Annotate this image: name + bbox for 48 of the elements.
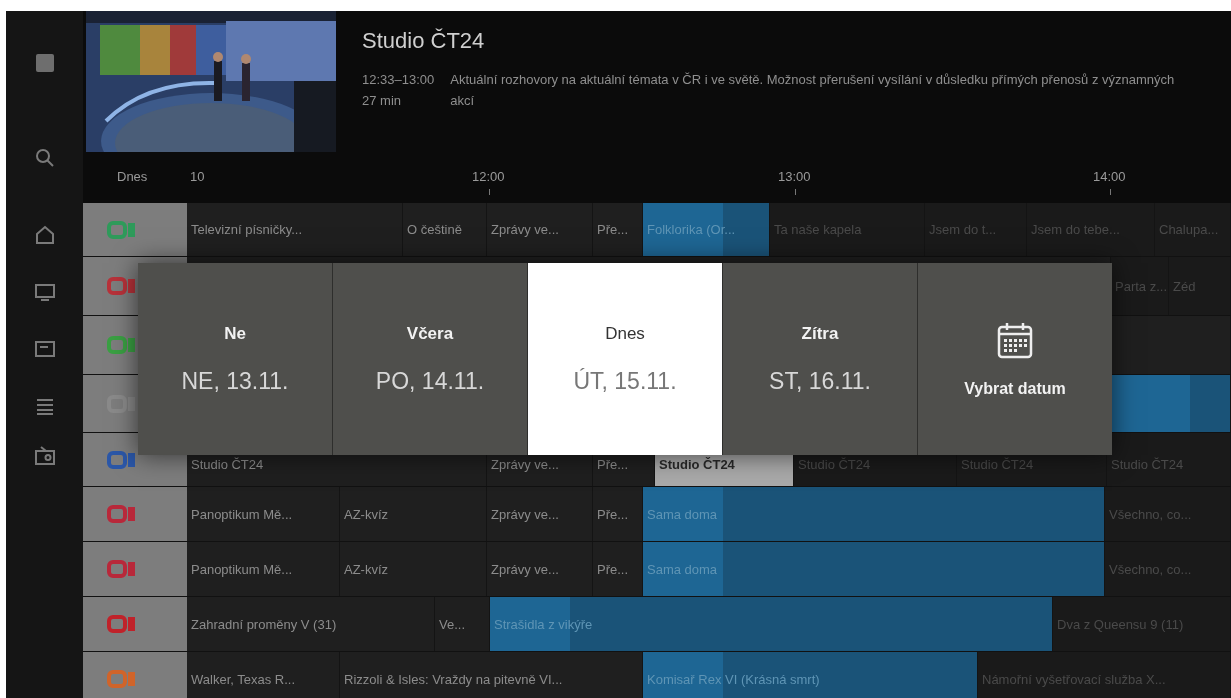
- program-cell[interactable]: Rizzoli & Isles: Vraždy na pitevně VI...: [340, 652, 643, 698]
- channel-logo-icon: [107, 670, 135, 688]
- channel-logo-icon: [107, 220, 135, 239]
- date-option[interactable]: Včera PO, 14.11.: [333, 263, 527, 455]
- program-cell[interactable]: AZ-kvíz: [340, 542, 487, 596]
- program-cell[interactable]: Zprávy ve...: [487, 203, 593, 256]
- program-cell[interactable]: Pře...: [593, 203, 643, 256]
- time-label: 14:00: [1093, 169, 1126, 184]
- time-label: 13:00: [778, 169, 811, 184]
- program-cell[interactable]: Walker, Texas R...: [187, 652, 340, 698]
- channel-logo-icon: [107, 336, 135, 354]
- program-cell[interactable]: O češtině: [403, 203, 487, 256]
- program-cell[interactable]: [1110, 375, 1231, 432]
- calendar-icon: [995, 320, 1035, 360]
- program-cell[interactable]: AZ-kvíz: [340, 487, 487, 541]
- channel-logo-icon: [107, 560, 135, 578]
- search-icon[interactable]: [33, 147, 56, 169]
- date-option[interactable]: Zítra ST, 16.11.: [723, 263, 917, 455]
- channel-logo-icon: [107, 615, 135, 633]
- home-icon[interactable]: [33, 224, 56, 246]
- channel-logo-icon: [107, 450, 135, 469]
- radio-icon[interactable]: [33, 445, 56, 467]
- program-description: Aktuální rozhovory na aktuální témata v ČR i ve světě. Možnost přerušení vysílání v důsledku přímých přenosů z významných akcí: [450, 71, 1176, 110]
- channel-logo-icon: [107, 505, 135, 523]
- date-option[interactable]: Dnes ÚT, 15.11.: [528, 263, 722, 455]
- program-cell[interactable]: Ve...: [435, 597, 490, 651]
- program-cell[interactable]: Pře...: [593, 542, 643, 596]
- date-option[interactable]: Ne NE, 13.11.: [138, 263, 332, 455]
- channel-logo-icon: [107, 394, 135, 413]
- program-cell[interactable]: Komisař Rex VI (Krásná smrt): [643, 652, 978, 698]
- program-cell[interactable]: Zprávy ve...: [487, 487, 593, 541]
- tv-icon[interactable]: [33, 281, 56, 303]
- program-cell[interactable]: Televizní písničky...: [187, 203, 403, 256]
- choose-date-button[interactable]: Vybrat datum: [918, 263, 1112, 455]
- program-cell[interactable]: Panoptikum Mě...: [187, 487, 340, 541]
- program-cell[interactable]: Zahradní proměny V (31): [187, 597, 435, 651]
- day-label: Dnes: [117, 169, 148, 184]
- screen-icon[interactable]: [33, 338, 56, 360]
- time-label: 12:00: [472, 169, 505, 184]
- channel-logo-icon: [107, 277, 135, 295]
- time-label: 10: [190, 169, 205, 184]
- program-title: Studio ČT24: [362, 27, 486, 55]
- program-cell[interactable]: Zprávy ve...: [487, 542, 593, 596]
- program-duration: 27 min: [362, 92, 403, 110]
- program-time: 12:33–13:00: [362, 71, 435, 89]
- program-cell[interactable]: Pře...: [593, 487, 643, 541]
- logo-icon[interactable]: [33, 52, 56, 74]
- program-cell[interactable]: Panoptikum Mě...: [187, 542, 340, 596]
